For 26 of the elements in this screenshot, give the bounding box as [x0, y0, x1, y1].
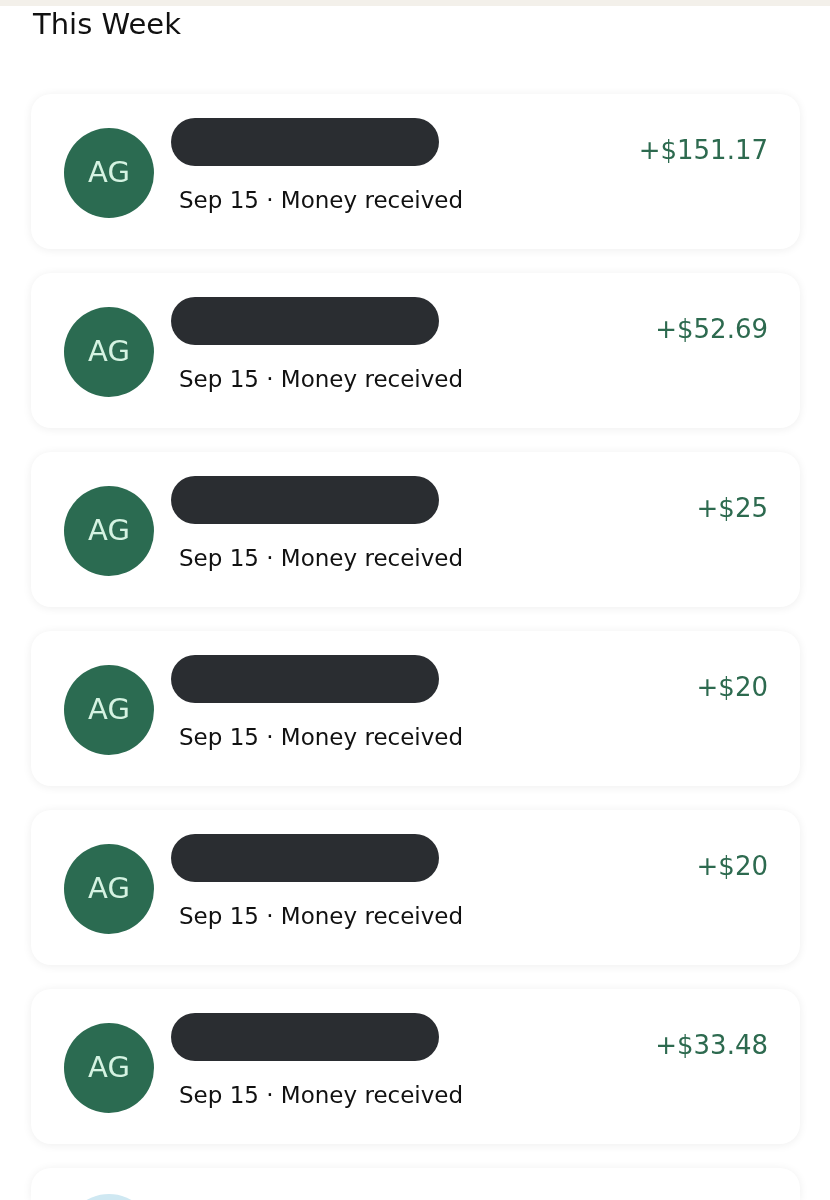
transaction-card[interactable] — [31, 1168, 800, 1200]
transaction-subtitle: Sep 15 · Money received — [179, 723, 464, 752]
avatar-initials: AG — [64, 844, 154, 934]
transaction-subtitle: Sep 15 · Money received — [179, 902, 464, 931]
avatar-initials: AG — [64, 128, 154, 218]
avatar-initials: AG — [64, 486, 154, 576]
transaction-amount: +$52.69 — [655, 313, 768, 346]
transaction-amount: +$25 — [696, 492, 768, 525]
transaction-amount: +$20 — [696, 850, 768, 883]
transaction-subtitle: Sep 15 · Money received — [179, 1081, 464, 1110]
section-title: This Week — [33, 6, 181, 42]
transaction-subtitle: Sep 15 · Money received — [179, 186, 464, 215]
transaction-card[interactable]: AG Sep 15 · Money received +$33.48 — [31, 989, 800, 1144]
avatar-initials: AG — [64, 665, 154, 755]
transaction-card[interactable]: AG Sep 15 · Money received +$20 — [31, 810, 800, 965]
transaction-amount: +$151.17 — [638, 134, 768, 167]
transaction-amount: +$20 — [696, 671, 768, 704]
transaction-amount: +$33.48 — [655, 1029, 768, 1062]
transaction-subtitle: Sep 15 · Money received — [179, 365, 464, 394]
transaction-card[interactable]: AG Sep 15 · Money received +$20 — [31, 631, 800, 786]
avatar-initials: AG — [64, 1023, 154, 1113]
transaction-card[interactable]: AG Sep 15 · Money received +$25 — [31, 452, 800, 607]
transaction-subtitle: Sep 15 · Money received — [179, 544, 464, 573]
avatar-initials: AG — [64, 307, 154, 397]
transaction-card[interactable]: AG Sep 15 · Money received +$151.17 — [31, 94, 800, 249]
transaction-card[interactable]: AG Sep 15 · Money received +$52.69 — [31, 273, 800, 428]
